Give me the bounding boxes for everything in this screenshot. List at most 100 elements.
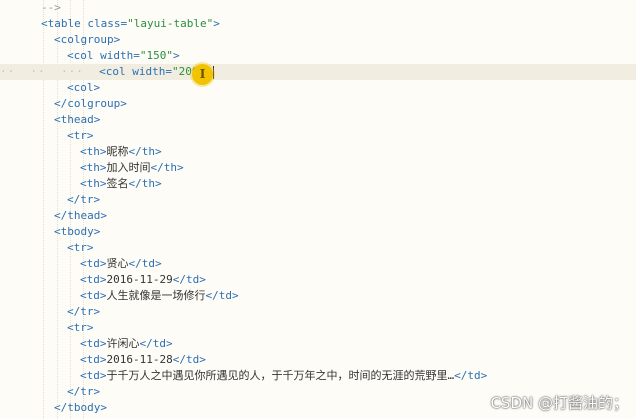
text-cursor-icon: I [192, 64, 213, 85]
code-token: > [93, 193, 101, 206]
code-token: < [80, 353, 87, 366]
code-token: > [99, 145, 107, 158]
code-token: tbody [60, 225, 94, 238]
code-line[interactable]: <td>2016-11-29</td> [80, 272, 206, 288]
code-token: 加入时间 [106, 161, 151, 174]
code-token: </ [67, 385, 81, 398]
code-token: td [86, 337, 100, 350]
code-token: < [54, 33, 61, 46]
code-token: > [155, 145, 162, 158]
code-line[interactable]: <tr> [67, 320, 94, 336]
code-token: tr [80, 305, 94, 318]
code-token: tr [80, 193, 94, 206]
code-token: </ [54, 97, 68, 110]
code-token: 签名 [106, 177, 129, 190]
code-token: 昵称 [106, 145, 129, 158]
code-token: < [67, 129, 74, 142]
code-token: class [80, 17, 121, 30]
code-token: > [99, 369, 107, 382]
code-token: th [141, 177, 155, 190]
code-token: td [141, 257, 155, 270]
code-line[interactable]: <td>人生就像是一场修行</td> [80, 288, 239, 304]
code-line[interactable]: <td>2016-11-28</td> [80, 352, 206, 368]
code-token: < [41, 17, 48, 30]
code-token: tbody [67, 401, 101, 414]
code-line[interactable]: </tr> [67, 384, 100, 400]
code-line[interactable]: </tr> [67, 304, 100, 320]
watermark: CSDN @打酱油的； [490, 394, 628, 412]
code-line[interactable]: <col width="150"> [67, 48, 180, 64]
code-token: > [86, 321, 94, 334]
code-token: --> [41, 1, 61, 14]
indent-guide [43, 0, 44, 419]
code-token: colgroup [67, 97, 121, 110]
code-token: th [163, 161, 177, 174]
code-token: > [213, 17, 220, 30]
code-line[interactable]: <td>贤心</td> [80, 256, 162, 272]
code-token: < [80, 257, 87, 270]
code-token: thead [67, 209, 101, 222]
code-line[interactable]: <tr> [67, 240, 94, 256]
code-token: = [165, 65, 172, 78]
code-token: > [93, 81, 101, 94]
code-token: colgroup [60, 33, 114, 46]
code-token: "layui-table" [127, 17, 214, 30]
code-token: 2016-11-28 [106, 353, 173, 366]
code-line[interactable]: <thead> [54, 112, 100, 128]
code-token: > [155, 177, 162, 190]
code-token: </ [54, 401, 68, 414]
code-editor[interactable]: --> <table class="layui-table"> <colgrou… [0, 0, 636, 419]
code-token: 于千万人之中遇见你所遇见的人，于千万年之中，时间的无涯的荒野里… [106, 369, 455, 382]
code-token: col [73, 49, 94, 62]
code-token: td [185, 273, 200, 286]
code-line[interactable]: <th>昵称</th> [80, 144, 162, 160]
code-token: </ [67, 193, 81, 206]
code-line[interactable]: <table class="layui-table"> [41, 16, 220, 32]
code-token: tr [80, 385, 94, 398]
code-line[interactable]: <td>于千万人之中遇见你所遇见的人，于千万年之中，时间的无涯的荒野里…</td… [80, 368, 487, 384]
code-token: > [155, 257, 162, 270]
code-token: > [99, 353, 107, 366]
code-token: < [54, 225, 61, 238]
code-line[interactable]: </tr> [67, 192, 100, 208]
code-line[interactable]: --> [41, 0, 61, 16]
code-token: < [80, 145, 87, 158]
code-token: td [86, 353, 100, 366]
code-token: </ [128, 257, 142, 270]
code-token: </ [54, 209, 68, 222]
code-token: 许闲心 [106, 337, 140, 350]
code-line[interactable]: <th>签名</th> [80, 176, 162, 192]
code-token: > [99, 161, 107, 174]
code-token: td [152, 337, 166, 350]
code-token: > [120, 97, 127, 110]
code-line[interactable]: <colgroup> [54, 32, 120, 48]
code-token: th [86, 177, 100, 190]
code-line[interactable]: </colgroup> [54, 96, 127, 112]
code-token: > [99, 177, 107, 190]
code-line[interactable]: </thead> [54, 208, 107, 224]
code-token: </ [139, 337, 153, 350]
code-token: > [99, 337, 107, 350]
code-token: </ [205, 289, 219, 302]
code-token: > [93, 305, 101, 318]
code-token: width [93, 49, 134, 62]
code-line[interactable]: <th>加入时间</th> [80, 160, 184, 176]
code-line[interactable]: <tbody> [54, 224, 100, 240]
code-line[interactable]: <col> [67, 80, 100, 96]
code-line[interactable]: <td>许闲心</td> [80, 336, 173, 352]
code-token: > [93, 385, 101, 398]
code-line[interactable]: </tbody> [54, 400, 107, 416]
code-line[interactable]: <tr> [67, 128, 94, 144]
code-token: tr [73, 129, 87, 142]
code-token: > [99, 289, 107, 302]
code-token: > [113, 33, 121, 46]
code-token: col [73, 81, 94, 94]
code-token: < [67, 241, 74, 254]
code-token: > [177, 161, 184, 174]
code-token: tr [73, 241, 87, 254]
code-token: = [133, 49, 140, 62]
current-code-line[interactable]: ·· ·· ··· <col width="200"> [0, 64, 636, 80]
code-token: </ [454, 369, 468, 382]
code-token: tr [73, 321, 87, 334]
code-token: </ [128, 145, 142, 158]
